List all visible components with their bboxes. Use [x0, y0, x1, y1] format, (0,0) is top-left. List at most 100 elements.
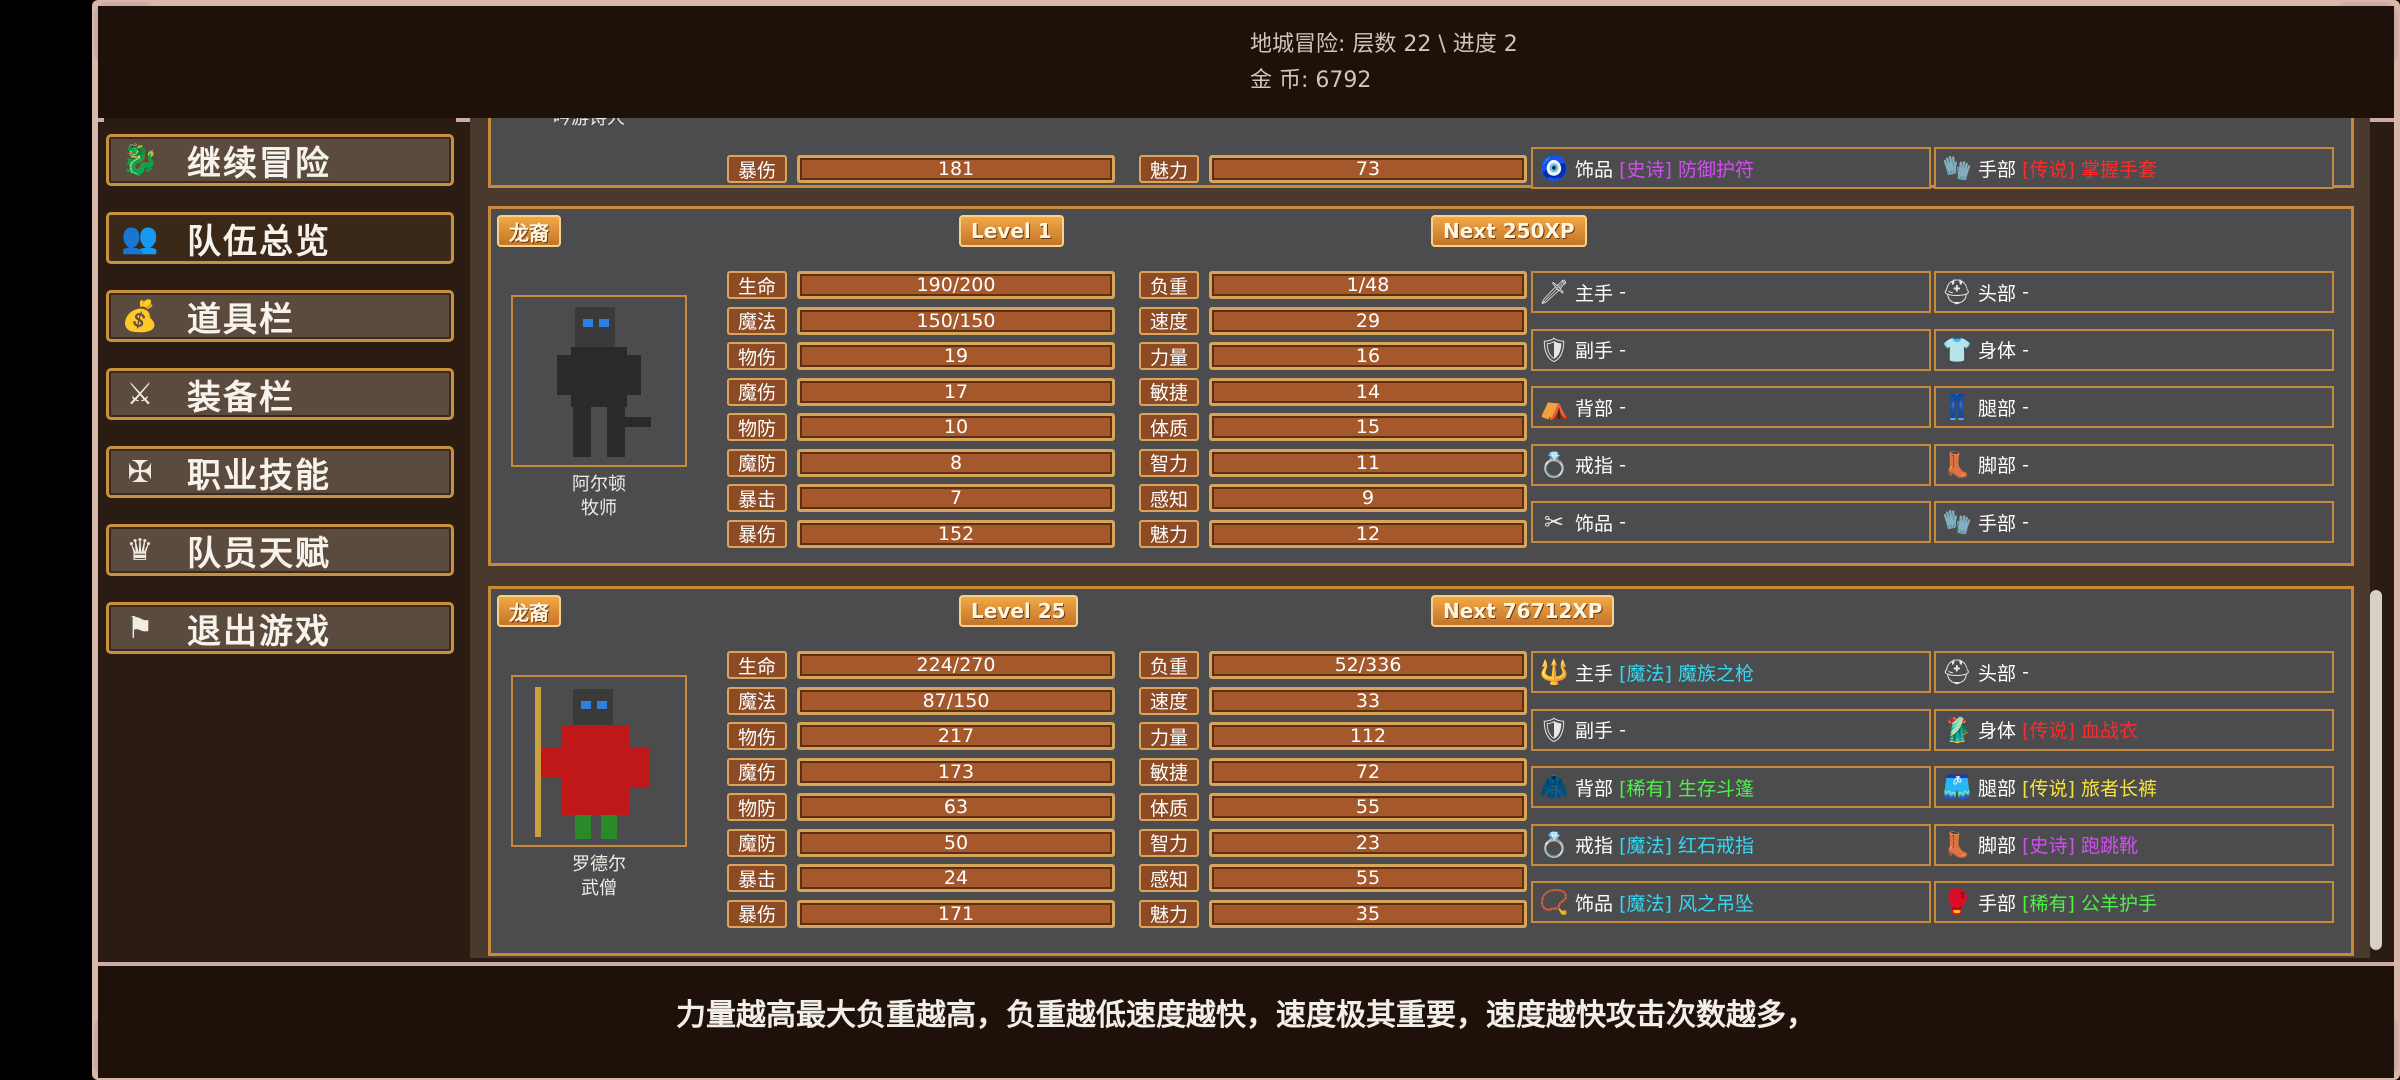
stat-value: 181 — [797, 155, 1115, 183]
slot-name: 戒指 — [1575, 835, 1614, 857]
item-name: - — [2022, 396, 2029, 418]
equip-slot[interactable]: ⛑ 头部 - — [1934, 651, 2334, 693]
gloves-icon: 🧤 — [1942, 508, 1972, 536]
equip-slot[interactable]: 🛡 副手 - — [1531, 328, 1931, 371]
character-portrait[interactable] — [511, 675, 687, 847]
slot-name: 饰品 — [1575, 158, 1614, 181]
item-name: - — [2022, 281, 2029, 303]
party-overview-button[interactable]: 👥 队伍总览 — [106, 212, 454, 264]
stat-label: 感知 — [1139, 864, 1199, 892]
item-name: 防御护符 — [1677, 158, 1754, 181]
equip-slot[interactable]: 💍 戒指 [魔法] 红石戒指 — [1531, 823, 1931, 866]
equip-slot[interactable]: 🧥 背部 [稀有] 生存斗篷 — [1531, 766, 1931, 808]
equip-slot[interactable]: ⛺ 背部 - — [1531, 386, 1931, 428]
next-xp-tag: Next 250XP — [1431, 215, 1587, 247]
helmet-icon: ⛑ — [1941, 278, 1973, 306]
menu-label: 队员天赋 — [187, 533, 331, 574]
main-menu: 🐉 继续冒险 👥 队伍总览 💰 道具栏 ⚔ 装备栏 ✠ 职业技能 ♛ 队员天赋 … — [104, 118, 456, 958]
stat-label: 暴击 — [727, 864, 787, 892]
amulet-icon: 🧿 — [1539, 154, 1569, 182]
stat-label: 暴伤 — [727, 155, 787, 183]
stat-value: 63 — [797, 793, 1115, 821]
equip-slot[interactable]: 👢 脚部 - — [1934, 443, 2334, 486]
stat-value: 12 — [1209, 519, 1527, 548]
stat-value: 8 — [797, 448, 1115, 477]
item-name: - — [1619, 453, 1626, 476]
sword-icon: 🗡 — [1538, 278, 1570, 306]
amulet-icon: ✂ — [1543, 508, 1565, 536]
equip-slot[interactable]: 🧿 饰品 [史诗] 防御护符 — [1531, 147, 1931, 189]
inventory-button[interactable]: 💰 道具栏 — [106, 290, 454, 342]
equip-slot[interactable]: 🗡 主手 - — [1531, 271, 1931, 313]
tip-bar: 力量越高最大负重越高，负重越低速度越快，速度极其重要，速度越快攻击次数越多， — [98, 962, 2394, 1078]
stat-label: 体质 — [1139, 413, 1199, 441]
stat-value: 14 — [1209, 377, 1527, 406]
stat-label: 感知 — [1139, 484, 1199, 512]
equip-slot[interactable]: 🩳 腿部 [传说] 旅者长裤 — [1934, 766, 2334, 808]
stat-value: 224/270 — [797, 651, 1115, 679]
ring-icon: 💍 — [1539, 830, 1569, 859]
member-card: 龙裔 Level 25 Next 76712XP 罗德尔 武僧 生命 224/27… — [488, 586, 2354, 956]
stat-value: 112 — [1209, 722, 1527, 750]
dragon-monk-sprite — [535, 687, 649, 839]
level-tag: Level 25 — [959, 595, 1078, 627]
stat-label: 智力 — [1139, 448, 1199, 477]
stat-label: 物伤 — [727, 342, 787, 370]
top-status-bar: 地城冒险: 层数 22 \ 进度 2 金 币: 6792 — [98, 6, 2394, 122]
stat-label: 敏捷 — [1139, 377, 1199, 406]
equip-slot[interactable]: 👕 身体 - — [1934, 328, 2334, 371]
helmet-icon: ⛑ — [1941, 658, 1973, 686]
equip-slot[interactable]: 👢 脚部 [史诗] 跑跳靴 — [1934, 823, 2334, 866]
slot-name: 头部 — [1978, 662, 2017, 685]
equip-slot[interactable]: ✂ 饰品 - — [1531, 501, 1931, 543]
slot-name: 头部 — [1978, 282, 2017, 305]
member-talents-button[interactable]: ♛ 队员天赋 — [106, 524, 454, 576]
stat-value: 17 — [797, 377, 1115, 406]
equip-slot[interactable]: ⛑ 头部 - — [1934, 271, 2334, 313]
class-skills-button[interactable]: ✠ 职业技能 — [106, 446, 454, 498]
equip-slot[interactable]: 🧤 手部 [传说] 掌握手套 — [1934, 147, 2334, 189]
equipment-button[interactable]: ⚔ 装备栏 — [106, 368, 454, 420]
scrollbar[interactable] — [2370, 590, 2382, 950]
stat-label: 体质 — [1139, 793, 1199, 821]
party-list[interactable]: 吟游诗人 暴伤 181 魅力 73 🧿 饰品 [史诗] 防御护符 🧤 手部 [传… — [470, 118, 2370, 958]
stat-value: 217 — [797, 722, 1115, 750]
member-class: 牧师 — [581, 498, 617, 519]
item-name: 风之吊坠 — [1677, 892, 1754, 915]
equip-slot[interactable]: 🧤 手部 - — [1934, 501, 2334, 543]
stat-label: 魅力 — [1139, 899, 1199, 928]
item-name: 公羊护手 — [2080, 892, 2157, 915]
stat-value: 16 — [1209, 342, 1527, 370]
member-card: 吟游诗人 暴伤 181 魅力 73 🧿 饰品 [史诗] 防御护符 🧤 手部 [传… — [488, 118, 2354, 189]
stat-value: 23 — [1209, 828, 1527, 857]
stat-value: 190/200 — [797, 271, 1115, 299]
stat-value: 19 — [797, 342, 1115, 370]
slot-name: 腿部 — [1978, 397, 2017, 420]
exit-game-button[interactable]: ⚑ 退出游戏 — [106, 602, 454, 654]
equip-slot[interactable]: 💍 戒指 - — [1531, 443, 1931, 486]
stat-label: 生命 — [727, 271, 787, 299]
slot-name: 脚部 — [1978, 455, 2017, 477]
stat-label: 魔防 — [727, 828, 787, 857]
pants-icon: 🩳 — [1942, 773, 1972, 801]
stat-label: 物防 — [727, 793, 787, 821]
cloak-icon: 🧥 — [1539, 773, 1569, 801]
equip-slot[interactable]: 🛡 副手 - — [1531, 708, 1931, 751]
exit-flag-icon: ⚑ — [126, 610, 154, 646]
equip-slot[interactable]: 🔱 主手 [魔法] 魔族之枪 — [1531, 651, 1931, 693]
stat-value: 171 — [797, 899, 1115, 928]
equip-slot[interactable]: 📿 饰品 [魔法] 风之吊坠 — [1531, 881, 1931, 923]
item-name: - — [1619, 396, 1626, 418]
character-portrait[interactable] — [511, 295, 687, 467]
menu-label: 道具栏 — [187, 299, 295, 340]
item-quality: [传说] — [2022, 777, 2075, 800]
equip-slot[interactable]: 🥊 手部 [稀有] 公羊护手 — [1934, 881, 2334, 923]
item-name: 生存斗篷 — [1677, 777, 1754, 800]
shield-icon: 🛡 — [1538, 715, 1570, 744]
equip-slot[interactable]: 👖 腿部 - — [1934, 386, 2334, 428]
equip-slot[interactable]: 🥻 身体 [传说] 血战衣 — [1934, 708, 2334, 751]
robe-icon: 🥻 — [1942, 715, 1972, 744]
continue-adventure-button[interactable]: 🐉 继续冒险 — [106, 134, 454, 186]
stat-label: 负重 — [1139, 271, 1199, 299]
stat-value: 150/150 — [797, 306, 1115, 335]
